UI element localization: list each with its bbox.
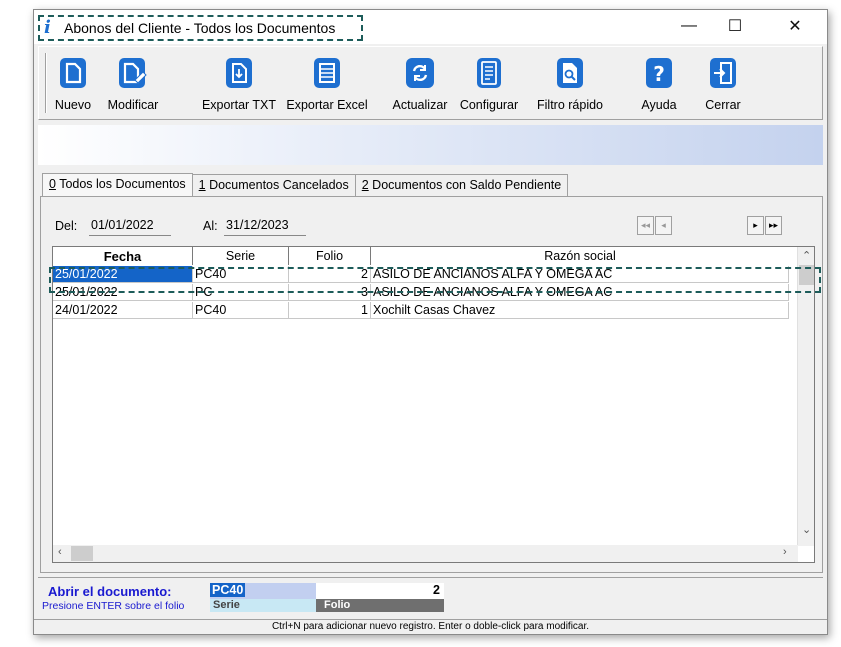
cell-folio: 1 <box>289 302 371 318</box>
scroll-left-icon[interactable]: ‹ <box>58 546 62 558</box>
tab-strip: 0 Todos los Documentos 1 Documentos Canc… <box>42 173 569 197</box>
help-icon: ? <box>643 57 675 89</box>
export-excel-icon <box>311 57 343 89</box>
export-txt-icon <box>223 57 255 89</box>
configure-icon <box>473 57 505 89</box>
col-folio[interactable]: Folio <box>289 247 371 265</box>
vertical-scroll-thumb[interactable] <box>799 265 814 285</box>
configure-button[interactable]: Configurar <box>455 51 523 115</box>
vertical-scrollbar[interactable]: ⌃ ⌄ <box>797 247 814 546</box>
app-info-icon: i <box>44 17 51 38</box>
refresh-icon <box>404 57 436 89</box>
toolbar: Nuevo Modificar Exportar TXT Exportar Ex… <box>38 46 823 120</box>
modify-button[interactable]: Modificar <box>101 51 165 115</box>
table-row[interactable]: 24/01/2022 PC40 1 Xochilt Casas Chavez <box>53 302 789 319</box>
title-highlight: i Abonos del Cliente - Todos los Documen… <box>38 15 363 41</box>
scroll-up-icon[interactable]: ⌃ <box>802 249 811 262</box>
cell-razon-social: ASILO DE ANCIANOS ALFA Y OMEGA AC <box>371 284 789 300</box>
from-date-input[interactable]: 01/01/2022 <box>89 217 171 236</box>
window-title: Abonos del Cliente - Todos los Documento… <box>64 20 336 36</box>
scroll-down-icon[interactable]: ⌄ <box>802 523 811 536</box>
folio-input[interactable]: 2 <box>316 583 444 599</box>
tab-label-1: Documentos Cancelados <box>205 178 349 192</box>
help-button[interactable]: ? Ayuda <box>635 51 683 115</box>
tab-key-2: 2 <box>361 178 369 192</box>
cell-razon-social: ASILO DE ANCIANOS ALFA Y OMEGA AC <box>371 266 789 282</box>
quick-filter-label: Filtro rápido <box>537 98 603 112</box>
cell-folio: 2 <box>289 266 371 282</box>
next-record-button[interactable]: ▸ <box>747 216 764 235</box>
tab-saldo-pendiente[interactable]: 2 Documentos con Saldo Pendiente <box>354 174 569 196</box>
tab-label-2: Documentos con Saldo Pendiente <box>368 178 562 192</box>
svg-text:?: ? <box>653 62 665 86</box>
col-fecha[interactable]: Fecha <box>53 247 193 265</box>
cell-folio: 3 <box>289 284 371 300</box>
new-button-label: Nuevo <box>54 98 92 112</box>
last-record-button[interactable]: ▸▸ <box>765 216 782 235</box>
cell-serie: PC40 <box>193 266 289 282</box>
to-date-input[interactable]: 31/12/2023 <box>224 217 306 236</box>
tab-todos-documentos[interactable]: 0 Todos los Documentos <box>42 173 193 197</box>
main-window: i Abonos del Cliente - Todos los Documen… <box>33 9 828 635</box>
quick-filter-button[interactable]: Filtro rápido <box>533 51 607 115</box>
serie-value: PC40 <box>210 583 246 597</box>
grid-header: Fecha Serie Folio Razón social <box>53 247 789 265</box>
from-date-label: Del: <box>55 219 78 233</box>
serie-caption: Serie <box>210 599 316 612</box>
export-txt-label: Exportar TXT <box>201 98 277 112</box>
close-label: Cerrar <box>705 98 741 112</box>
documents-grid[interactable]: Fecha Serie Folio Razón social 25/01/202… <box>52 246 815 563</box>
close-window-button[interactable]: Cerrar <box>699 51 747 115</box>
tab-documentos-cancelados[interactable]: 1 Documentos Cancelados <box>191 174 356 196</box>
minimize-button[interactable]: — <box>666 10 712 42</box>
folio-caption: Folio <box>316 599 444 612</box>
open-document-label: Abrir el documento: <box>48 584 172 599</box>
exit-icon <box>707 57 739 89</box>
horizontal-scroll-thumb[interactable] <box>71 546 93 561</box>
new-document-icon <box>57 57 89 89</box>
open-document-hint: Presione ENTER sobre el folio <box>42 600 185 612</box>
open-document-panel: Abrir el documento: Presione ENTER sobre… <box>38 577 823 621</box>
serie-input[interactable]: PC40 <box>210 583 316 599</box>
export-excel-button[interactable]: Exportar Excel <box>283 51 371 115</box>
maximize-button[interactable]: ☐ <box>712 10 758 42</box>
tab-key-0: 0 <box>49 177 56 191</box>
edit-document-icon <box>117 57 149 89</box>
table-row[interactable]: 25/01/2022 PC 3 ASILO DE ANCIANOS ALFA Y… <box>53 284 789 301</box>
new-button[interactable]: Nuevo <box>51 51 95 115</box>
tab-key-1: 1 <box>198 178 206 192</box>
table-row[interactable]: 25/01/2022 PC40 2 ASILO DE ANCIANOS ALFA… <box>53 266 789 283</box>
col-razon-social[interactable]: Razón social <box>371 247 789 265</box>
toolbar-separator <box>45 53 47 113</box>
title-bar: i Abonos del Cliente - Todos los Documen… <box>34 10 827 44</box>
scroll-right-icon[interactable]: › <box>783 546 787 558</box>
cell-razon-social: Xochilt Casas Chavez <box>371 302 789 318</box>
prev-record-button[interactable]: ◂ <box>655 216 672 235</box>
tab-panel: Del: 01/01/2022 Al: 31/12/2023 ◂◂ ◂ ▸ ▸▸… <box>40 196 823 573</box>
export-excel-label: Exportar Excel <box>286 98 368 112</box>
refresh-label: Actualizar <box>392 98 448 112</box>
cell-fecha: 24/01/2022 <box>53 302 193 318</box>
status-bar: Ctrl+N para adicionar nuevo registro. En… <box>34 619 827 634</box>
export-txt-button[interactable]: Exportar TXT <box>197 51 281 115</box>
col-serie[interactable]: Serie <box>193 247 289 265</box>
header-banner <box>38 125 823 165</box>
refresh-button[interactable]: Actualizar <box>389 51 451 115</box>
cell-serie: PC40 <box>193 302 289 318</box>
to-date-label: Al: <box>203 219 218 233</box>
configure-label: Configurar <box>459 98 519 112</box>
first-record-button[interactable]: ◂◂ <box>637 216 654 235</box>
cell-fecha: 25/01/2022 <box>53 266 193 282</box>
modify-button-label: Modificar <box>107 98 159 112</box>
horizontal-scrollbar[interactable]: ‹ › <box>53 545 798 562</box>
cell-serie: PC <box>193 284 289 300</box>
cell-fecha: 25/01/2022 <box>53 284 193 300</box>
close-button[interactable]: ✕ <box>772 10 818 42</box>
quick-filter-icon <box>554 57 586 89</box>
tab-label-0: Todos los Documentos <box>55 177 186 191</box>
help-label: Ayuda <box>641 98 677 112</box>
